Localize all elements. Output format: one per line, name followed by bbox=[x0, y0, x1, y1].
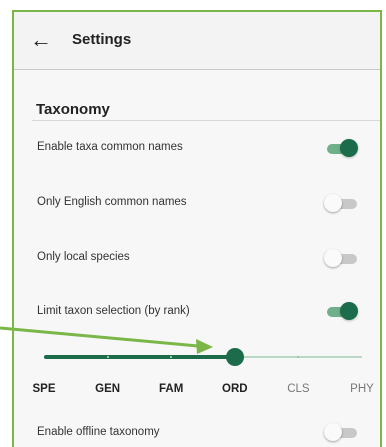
toggle-limit-rank[interactable] bbox=[324, 302, 358, 320]
rank-slider[interactable] bbox=[44, 347, 362, 367]
rank-labels: SPE GEN FAM ORD CLS PHY bbox=[14, 383, 380, 397]
rank-label-phy[interactable]: PHY bbox=[350, 383, 374, 395]
rank-label-spe[interactable]: SPE bbox=[32, 383, 55, 395]
rank-label-cls[interactable]: CLS bbox=[287, 383, 309, 395]
toggle-knob bbox=[324, 423, 342, 441]
rank-label-ord[interactable]: ORD bbox=[222, 383, 248, 395]
settings-screen: ← Settings Taxonomy Enable taxa common n… bbox=[12, 10, 382, 447]
toggle-offline-taxonomy[interactable] bbox=[324, 423, 358, 441]
setting-label-local-species: Only local species bbox=[37, 251, 130, 263]
setting-label-common-names: Enable taxa common names bbox=[37, 141, 183, 153]
setting-label-offline-taxonomy: Enable offline taxonomy bbox=[37, 426, 160, 438]
slider-fill bbox=[44, 355, 235, 359]
toggle-knob bbox=[324, 249, 342, 267]
setting-label-limit-rank: Limit taxon selection (by rank) bbox=[37, 305, 190, 317]
divider bbox=[32, 120, 380, 121]
slider-thumb[interactable] bbox=[225, 348, 244, 366]
section-title-taxonomy: Taxonomy bbox=[36, 101, 110, 118]
toggle-english-names[interactable] bbox=[324, 194, 358, 212]
slider-tick bbox=[106, 356, 109, 358]
toggle-knob bbox=[324, 194, 342, 212]
page-title: Settings bbox=[72, 31, 132, 48]
toggle-knob bbox=[340, 139, 358, 157]
toggle-common-names[interactable] bbox=[324, 139, 358, 157]
toggle-local-species[interactable] bbox=[324, 249, 358, 267]
app-bar: ← Settings bbox=[14, 12, 380, 70]
rank-label-fam[interactable]: FAM bbox=[159, 383, 183, 395]
toggle-knob bbox=[340, 302, 358, 320]
slider-tick bbox=[170, 356, 173, 358]
setting-label-english-names: Only English common names bbox=[37, 196, 187, 208]
slider-tick bbox=[297, 356, 300, 358]
rank-label-gen[interactable]: GEN bbox=[95, 383, 120, 395]
arrow-left-icon[interactable]: ← bbox=[30, 29, 52, 51]
